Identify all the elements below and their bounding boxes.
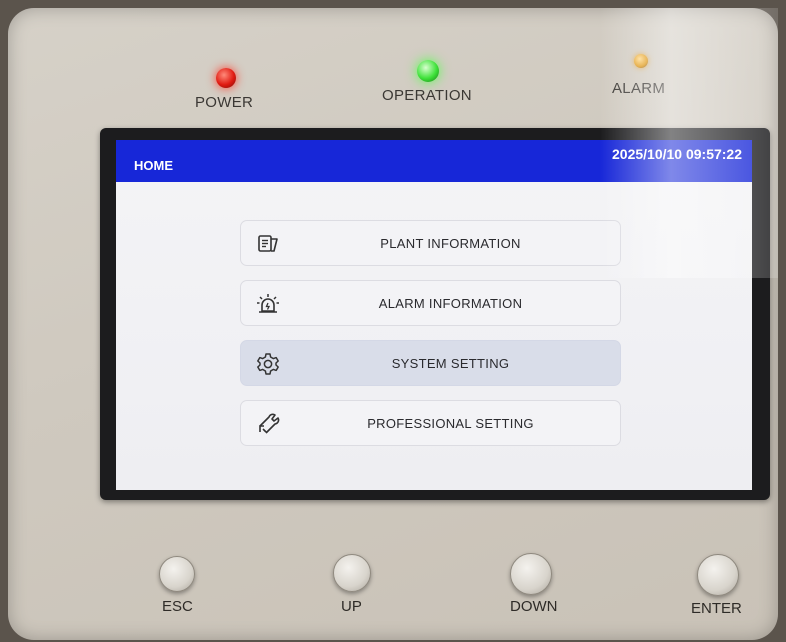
menu-item-alarm-information[interactable]: ALARM INFORMATION (240, 280, 621, 326)
up-button-label: UP (341, 598, 362, 615)
alarm-led (634, 54, 648, 68)
menu-item-label: PROFESSIONAL SETTING (367, 415, 534, 431)
menu-item-label: ALARM INFORMATION (378, 295, 523, 311)
tools-icon (259, 413, 280, 434)
enter-button[interactable] (697, 554, 739, 596)
up-button[interactable] (333, 554, 371, 592)
datetime-display: 2025/10/10 09:57:22 (612, 146, 742, 162)
down-button-label: DOWN (510, 598, 558, 615)
menu-item-label: PLANT INFORMATION (380, 235, 521, 251)
menu-item-label: SYSTEM SETTING (391, 355, 510, 371)
page-title: HOME (134, 158, 173, 173)
alarm-light-icon (257, 294, 279, 313)
down-button[interactable] (510, 553, 552, 595)
lcd-screen: HOME 2025/10/10 09:57:22 PLANT INFORMATI… (116, 140, 752, 490)
menu-item-professional-setting[interactable]: PROFESSIONAL SETTING (240, 400, 621, 446)
menu-item-system-setting[interactable]: SYSTEM SETTING (240, 340, 621, 386)
alarm-label: ALARM (612, 80, 666, 97)
power-label: POWER (195, 94, 254, 111)
document-icon (258, 235, 278, 252)
power-led (216, 68, 236, 88)
title-bar: HOME 2025/10/10 09:57:22 (116, 140, 752, 182)
esc-button[interactable] (159, 556, 195, 592)
menu-item-plant-information[interactable]: PLANT INFORMATION (240, 220, 621, 266)
gear-icon (257, 353, 279, 375)
operation-label: OPERATION (382, 87, 472, 104)
operation-led (417, 60, 439, 82)
enter-button-label: ENTER (691, 600, 742, 617)
esc-button-label: ESC (162, 598, 193, 615)
